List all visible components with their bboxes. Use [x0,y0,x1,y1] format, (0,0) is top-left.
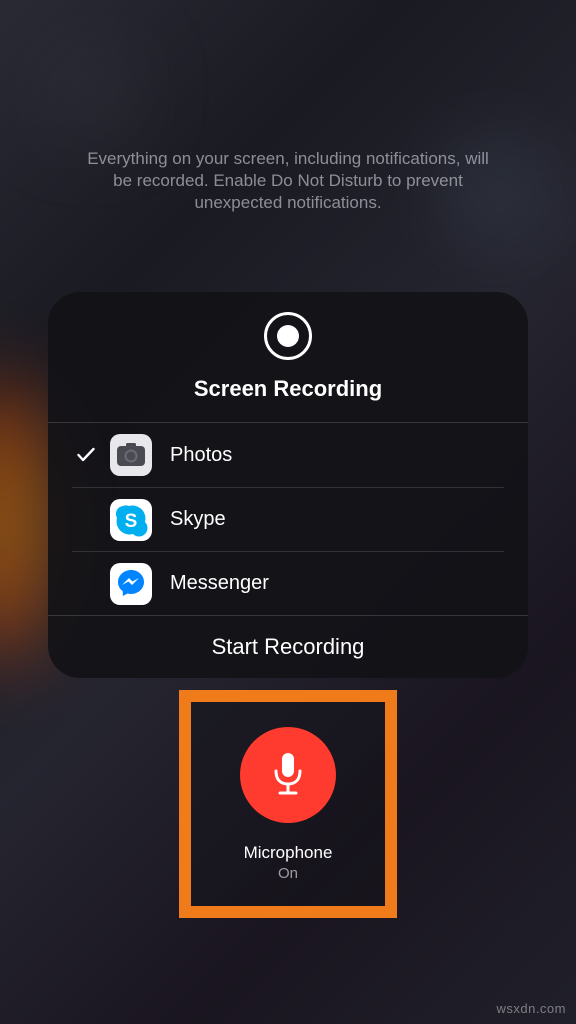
record-icon [264,312,312,360]
microphone-icon [269,750,307,800]
app-row-skype[interactable]: S Skype [72,487,504,551]
skype-app-icon: S [110,499,152,541]
microphone-highlight: Microphone On [179,690,397,918]
app-label: Skype [170,508,226,531]
microphone-state: On [278,865,298,882]
sheet-header: Screen Recording [48,292,528,422]
svg-text:S: S [125,511,138,532]
microphone-label: Microphone [244,843,333,863]
app-label: Messenger [170,572,269,595]
microphone-button[interactable] [240,727,336,823]
app-row-photos[interactable]: Photos [48,423,528,487]
start-recording-button[interactable]: Start Recording [48,616,528,678]
messenger-app-icon [110,563,152,605]
app-row-messenger[interactable]: Messenger [72,551,504,615]
app-label: Photos [170,444,232,467]
watermark: wsxdn.com [496,1001,566,1016]
instruction-text: Everything on your screen, including not… [78,148,498,214]
sheet-title: Screen Recording [194,376,382,402]
checkmark-icon [72,447,100,463]
screen-recording-sheet: Screen Recording Photos [48,292,528,678]
app-list: Photos S Skype [48,423,528,615]
photos-app-icon [110,434,152,476]
